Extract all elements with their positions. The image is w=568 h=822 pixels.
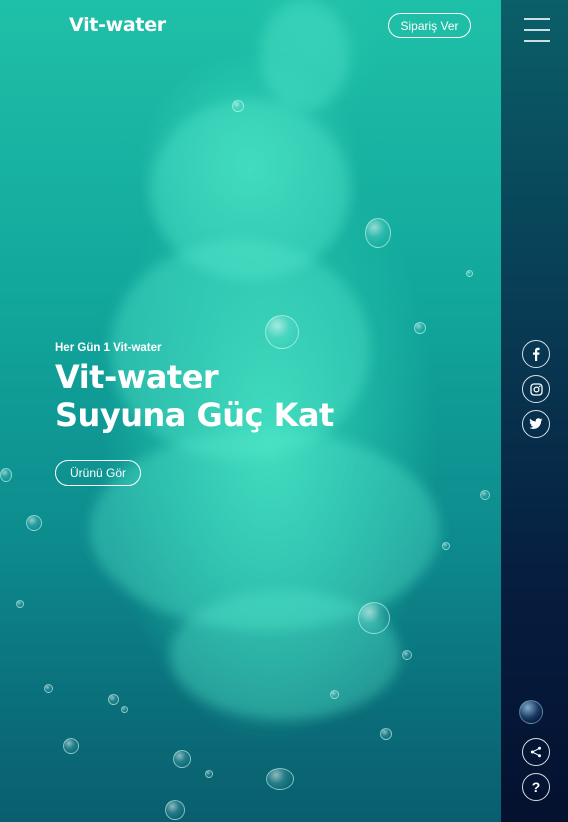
water-bubble: [519, 700, 543, 724]
share-icon[interactable]: [522, 738, 550, 766]
ink-cloud: [260, 0, 350, 110]
instagram-icon[interactable]: [522, 375, 550, 403]
hero-headline-line2: Suyuna Güç Kat: [55, 396, 334, 434]
water-bubble: [165, 800, 185, 820]
water-bubble: [16, 600, 24, 608]
water-bubble: [232, 100, 244, 112]
logo[interactable]: Vit-water: [69, 14, 166, 36]
twitter-icon[interactable]: [522, 410, 550, 438]
hero-eyebrow: Her Gün 1 Vit-water: [55, 342, 162, 354]
water-bubble: [380, 728, 392, 740]
water-bubble: [466, 270, 473, 277]
water-bubble: [442, 542, 450, 550]
hero-headline: Vit-water Suyuna Güç Kat: [55, 358, 334, 434]
water-bubble: [26, 515, 42, 531]
hero-text: Her Gün 1 Vit-water Vit-water Suyuna Güç…: [55, 342, 334, 434]
water-bubble: [205, 770, 213, 778]
help-icon[interactable]: ?: [522, 773, 550, 801]
water-bubble: [108, 694, 119, 705]
water-bubble: [402, 650, 412, 660]
help-glyph: ?: [531, 779, 541, 795]
water-bubble: [480, 490, 490, 500]
water-bubble: [173, 750, 191, 768]
water-bubble: [358, 602, 390, 634]
water-bubble: [44, 684, 53, 693]
view-product-button[interactable]: Ürünü Gör: [55, 460, 141, 486]
water-bubble: [0, 468, 12, 482]
water-bubble: [365, 218, 391, 248]
water-bubble: [121, 706, 128, 713]
water-bubble: [414, 322, 426, 334]
facebook-icon[interactable]: [522, 340, 550, 368]
menu-icon[interactable]: [524, 17, 550, 43]
sidebar: ?: [501, 0, 568, 822]
order-button[interactable]: Sipariş Ver: [388, 13, 471, 38]
hero-headline-line1: Vit-water: [55, 358, 219, 396]
water-bubble: [330, 690, 339, 699]
water-bubble: [63, 738, 79, 754]
water-bubble: [266, 768, 294, 790]
